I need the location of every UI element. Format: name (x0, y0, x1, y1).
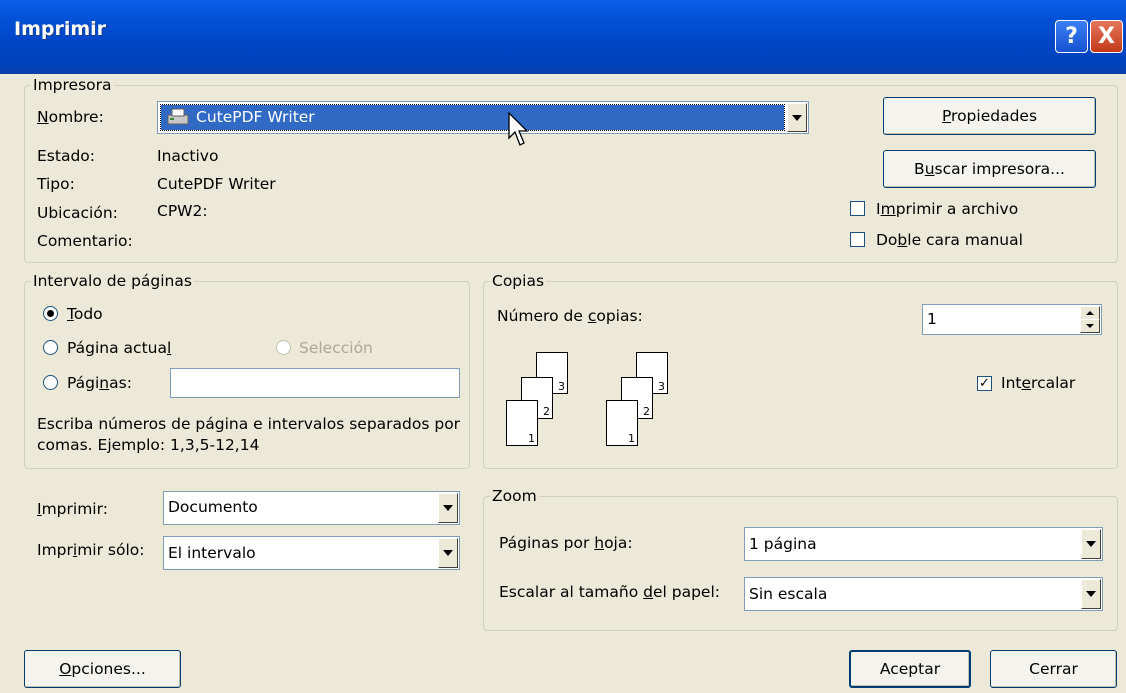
print-what-dropdown-button[interactable] (438, 493, 458, 523)
page-range-current-radio[interactable] (43, 340, 58, 355)
printer-group-label: Impresora (31, 75, 114, 95)
chevron-down-icon (792, 114, 802, 121)
collate-checkbox[interactable]: ✓ (977, 376, 992, 391)
page-range-current-label[interactable]: Página actual (67, 339, 171, 357)
cancel-close-button[interactable]: Cerrar (990, 650, 1117, 688)
print-only-dropdown-button[interactable] (438, 538, 458, 568)
close-icon: X (1098, 24, 1115, 49)
print-only-value: El intervalo (168, 544, 256, 562)
radio-dot-icon (47, 310, 54, 317)
copies-count-label: Número de copias: (497, 307, 643, 325)
find-printer-button-label: Buscar impresora... (914, 160, 1065, 178)
page-range-selection-label: Selección (299, 339, 373, 357)
scale-to-paper-select[interactable]: Sin escala (744, 577, 1103, 611)
type-value: CutePDF Writer (157, 175, 276, 193)
print-to-file-checkbox[interactable] (850, 201, 865, 216)
help-icon: ? (1065, 24, 1078, 49)
location-value: CPW2: (157, 202, 208, 220)
collate-label[interactable]: Intercalar (1001, 374, 1075, 392)
collate-stack-2-icon: 3 2 1 (606, 352, 676, 450)
chevron-down-icon (1086, 591, 1096, 597)
printer-name-value: CutePDF Writer (196, 108, 315, 126)
copies-count-value: 1 (927, 310, 937, 328)
print-what-select[interactable]: Documento (163, 491, 460, 525)
close-window-button[interactable]: X (1090, 20, 1123, 53)
print-what-label: Imprimir: (37, 500, 108, 518)
comment-label: Comentario: (37, 232, 133, 250)
chevron-down-icon (1086, 541, 1096, 547)
options-button[interactable]: Opciones... (24, 650, 181, 688)
printer-icon (166, 108, 192, 126)
accept-button[interactable]: Aceptar (849, 650, 971, 688)
print-to-file-label[interactable]: Imprimir a archivo (876, 200, 1018, 218)
page-range-all-label[interactable]: Todo (67, 305, 103, 323)
pages-per-sheet-dropdown-button[interactable] (1081, 529, 1101, 559)
manual-duplex-checkbox[interactable] (850, 232, 865, 247)
copies-decrement-button[interactable] (1080, 319, 1100, 333)
print-what-value: Documento (168, 498, 258, 516)
collate-stack-1-icon: 3 2 1 (506, 352, 576, 450)
chevron-down-icon (443, 505, 453, 511)
pages-per-sheet-select[interactable]: 1 página (744, 527, 1103, 561)
scale-to-paper-dropdown-button[interactable] (1081, 579, 1101, 609)
checkmark-icon: ✓ (979, 376, 990, 391)
print-only-label: Imprimir sólo: (37, 541, 145, 559)
type-label: Tipo: (37, 175, 75, 193)
page-range-pages-radio[interactable] (43, 375, 58, 390)
cancel-close-button-label: Cerrar (1029, 660, 1078, 678)
pages-per-sheet-value: 1 página (749, 535, 817, 553)
find-printer-button[interactable]: Buscar impresora... (883, 150, 1096, 188)
manual-duplex-label[interactable]: Doble cara manual (876, 231, 1023, 249)
page-range-hint: Escriba números de página e intervalos s… (37, 415, 461, 454)
printer-name-label: Nombre: (37, 108, 104, 126)
status-label: Estado: (37, 147, 95, 165)
page-range-group-label: Intervalo de páginas (31, 271, 194, 291)
printer-name-select[interactable]: CutePDF Writer (157, 101, 809, 134)
status-value: Inactivo (157, 147, 219, 165)
window-title: Imprimir (14, 18, 107, 40)
pages-per-sheet-label: Páginas por hoja: (499, 534, 633, 552)
copies-increment-button[interactable] (1080, 306, 1100, 320)
chevron-up-icon (1086, 311, 1094, 315)
zoom-group-label: Zoom (490, 486, 539, 506)
mouse-cursor-icon (508, 111, 532, 152)
copies-count-spinner[interactable]: 1 (922, 304, 1102, 335)
chevron-down-icon (1086, 324, 1094, 328)
page-range-pages-input[interactable] (170, 368, 460, 398)
page-range-selection-radio (276, 340, 291, 355)
location-label: Ubicación: (37, 204, 118, 222)
accept-button-label: Aceptar (879, 660, 941, 678)
print-only-select[interactable]: El intervalo (163, 536, 460, 570)
copies-group-label: Copias (490, 271, 547, 291)
help-button[interactable]: ? (1055, 20, 1088, 53)
printer-name-dropdown-button[interactable] (787, 103, 807, 132)
scale-to-paper-label: Escalar al tamaño del papel: (499, 583, 720, 601)
properties-button[interactable]: Propiedades (883, 97, 1096, 135)
chevron-down-icon (443, 550, 453, 556)
page-range-all-radio[interactable] (43, 306, 58, 321)
page-range-pages-label[interactable]: Páginas: (67, 374, 132, 392)
properties-button-label: Propiedades (941, 107, 1038, 125)
scale-to-paper-value: Sin escala (749, 585, 828, 603)
options-button-label: Opciones... (59, 660, 146, 678)
title-bar (0, 0, 1126, 74)
